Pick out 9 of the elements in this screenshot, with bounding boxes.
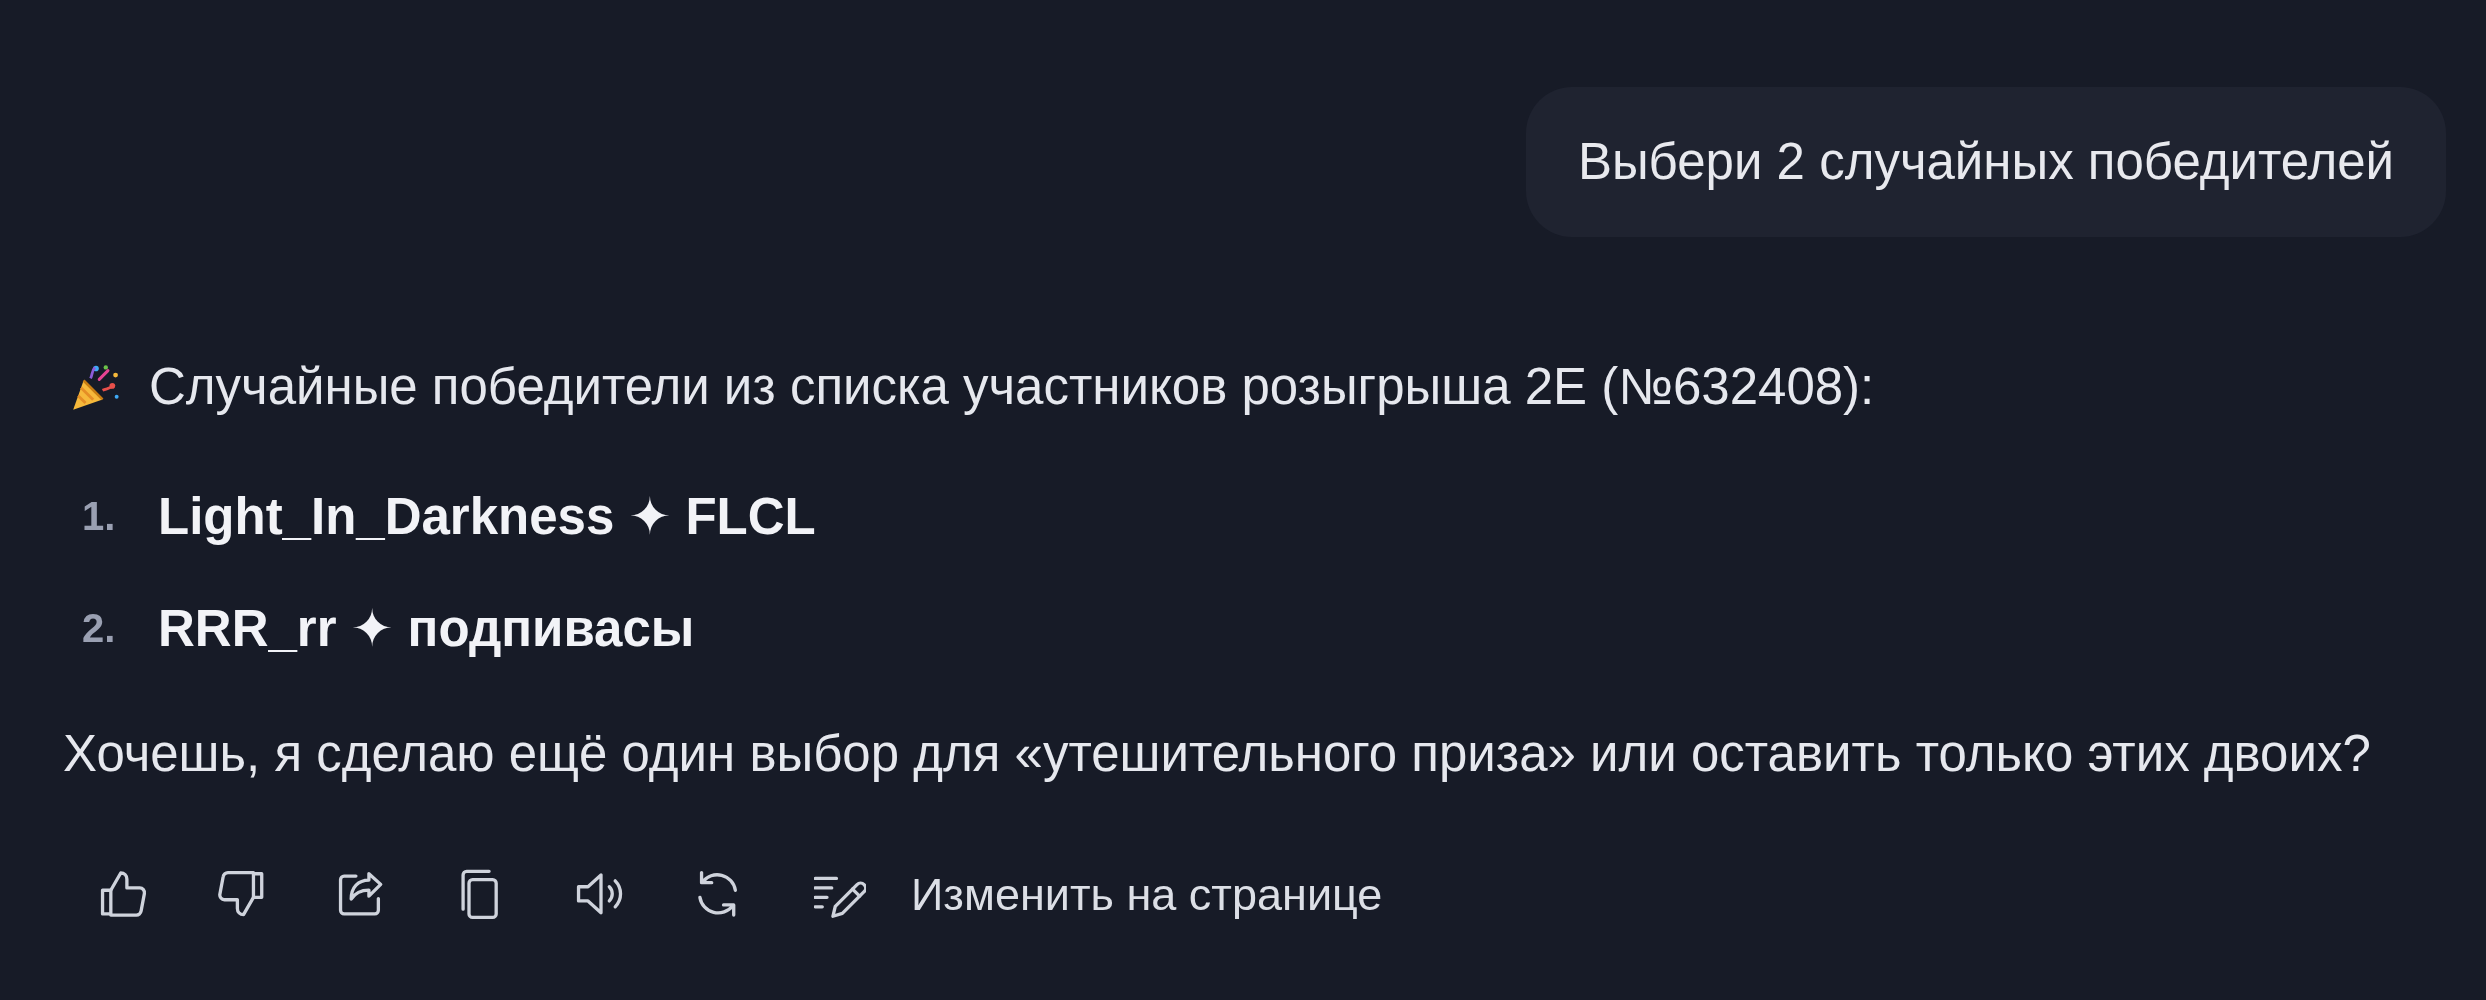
- edit-button[interactable]: Изменить на странице: [803, 859, 1394, 931]
- winner-name: Light_In_Darkness ✦ FLCL: [158, 486, 816, 546]
- message-text: Выбери 2 случайных победителей: [1577, 133, 2394, 190]
- list-number: 2.: [82, 605, 117, 651]
- intro-text: Случайные победители из списка участников розыгрыша 2E (№632408):: [149, 357, 1875, 417]
- party-popper-icon: [71, 362, 121, 412]
- question-text: Хочешь, я сделаю ещё один выбор для «утешительного приза» или оставить только этих двоих?: [63, 724, 2372, 784]
- list-number: 1.: [82, 493, 117, 539]
- winner-name: RRR_rr ✦ подпивасы: [158, 598, 695, 658]
